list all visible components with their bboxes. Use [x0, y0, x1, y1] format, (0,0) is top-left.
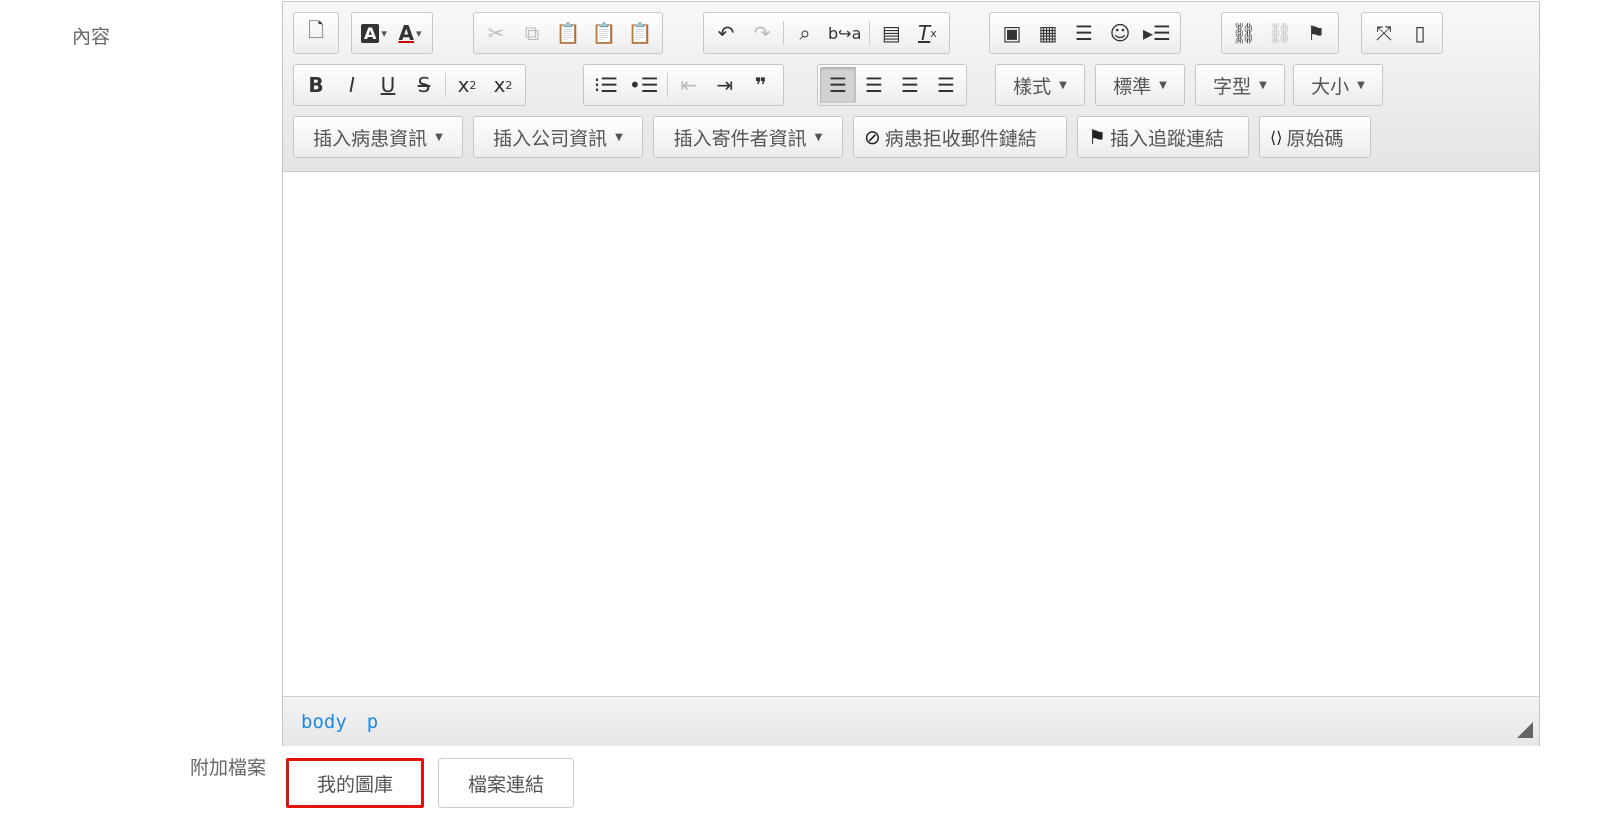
paste-text-icon[interactable]: 📋	[586, 15, 622, 51]
chevron-down-icon: ▼	[1357, 79, 1365, 91]
group-undo: ↶ ↷ ⌕ b↪a ▤ Tx	[703, 12, 951, 54]
image-icon[interactable]: ▣	[994, 15, 1030, 51]
align-left-icon[interactable]: ☰	[820, 67, 856, 103]
underline-button[interactable]: U	[370, 67, 406, 103]
cut-icon[interactable]: ✂	[478, 15, 514, 51]
editor-content-area[interactable]	[283, 173, 1539, 695]
subscript-button[interactable]: x2	[449, 67, 485, 103]
size-dropdown[interactable]: 大小 ▼	[1293, 64, 1383, 106]
format-dropdown[interactable]: 標準 ▼	[1095, 64, 1185, 106]
paste-word-icon[interactable]: 📋	[622, 15, 658, 51]
paste-icon[interactable]: 📋	[550, 15, 586, 51]
group-clipboard: ✂ ⧉ 📋 📋 📋	[473, 12, 663, 54]
align-center-icon[interactable]: ☰	[856, 67, 892, 103]
remove-format-icon[interactable]: Tx	[909, 15, 945, 51]
replace-icon[interactable]: b↪a	[823, 15, 866, 51]
insert-tracking-link-button[interactable]: ⚑ 插入追蹤連結	[1077, 116, 1249, 158]
path-p[interactable]: p	[367, 711, 378, 733]
chevron-down-icon: ▼	[615, 131, 623, 143]
justify-icon[interactable]: ☰	[928, 67, 964, 103]
group-colors: A ▾ A ▾	[351, 12, 433, 54]
show-blocks-icon[interactable]: ▯	[1402, 15, 1438, 51]
my-gallery-button[interactable]: 我的圖庫	[286, 758, 424, 808]
content-label: 內容	[72, 26, 111, 48]
group-view: ⤧ ▯	[1361, 12, 1443, 54]
group-align: ☰ ☰ ☰ ☰	[817, 64, 967, 106]
font-dropdown[interactable]: 字型 ▼	[1195, 64, 1285, 106]
chevron-down-icon: ▼	[1159, 79, 1167, 91]
group-lists: ⁝☰ •☰ ⇤ ⇥ ❞	[583, 64, 784, 106]
preview-icon[interactable]: 🗋	[298, 15, 334, 51]
bold-button[interactable]: B	[298, 67, 334, 103]
chevron-down-icon: ▼	[1259, 79, 1267, 91]
superscript-button[interactable]: x2	[485, 67, 521, 103]
anchor-flag-icon[interactable]: ⚑	[1298, 15, 1334, 51]
outdent-icon[interactable]: ⇤	[671, 67, 707, 103]
copy-icon[interactable]: ⧉	[514, 15, 550, 51]
source-icon: ⟨⟩	[1270, 127, 1283, 147]
link-icon[interactable]: ⛓	[1226, 15, 1262, 51]
path-body[interactable]: body	[301, 711, 347, 733]
bg-color-button[interactable]: A ▾	[356, 15, 392, 51]
rich-text-editor: 🗋 A ▾ A ▾ ✂ ⧉ 📋 📋 📋 ↶ ↷ ⌕ b↪a ▤ Tx ▣ ▦ ☰ ☺	[282, 1, 1540, 746]
group-preview: 🗋	[293, 12, 339, 54]
blockquote-icon[interactable]: ❞	[743, 67, 779, 103]
attachments-label: 附加檔案	[190, 757, 267, 779]
file-link-button[interactable]: 檔案連結	[438, 758, 574, 808]
group-links: ⛓ ⛓ ⚑	[1221, 12, 1339, 54]
italic-button[interactable]: I	[334, 67, 370, 103]
styles-dropdown[interactable]: 樣式 ▼	[995, 64, 1085, 106]
chevron-down-icon: ▼	[814, 131, 823, 143]
page-break-icon[interactable]: ▸☰	[1138, 15, 1176, 51]
resize-handle[interactable]	[1517, 722, 1533, 738]
strikethrough-button[interactable]: S	[406, 67, 442, 103]
numbered-list-icon[interactable]: ⁝☰	[588, 67, 624, 103]
undo-icon[interactable]: ↶	[708, 15, 744, 51]
group-basic-styles: B I U S x2 x2	[293, 64, 526, 106]
insert-patient-dropdown[interactable]: 插入病患資訊 ▼	[293, 116, 463, 158]
chevron-down-icon: ▼	[435, 131, 443, 143]
horizontal-rule-icon[interactable]: ☰	[1066, 15, 1102, 51]
redo-icon[interactable]: ↷	[744, 15, 780, 51]
chevron-down-icon: ▼	[1059, 79, 1067, 91]
source-button[interactable]: ⟨⟩ 原始碼	[1259, 116, 1371, 158]
patient-reject-link-button[interactable]: ⊘ 病患拒收郵件鏈結	[853, 116, 1067, 158]
flag-icon: ⚑	[1088, 125, 1106, 149]
mail-block-icon: ⊘	[864, 125, 881, 149]
select-all-icon[interactable]: ▤	[873, 15, 909, 51]
text-color-button[interactable]: A ▾	[392, 15, 428, 51]
smiley-icon[interactable]: ☺	[1102, 15, 1138, 51]
insert-sender-dropdown[interactable]: 插入寄件者資訊 ▼	[653, 116, 843, 158]
element-path-bar: body p	[283, 696, 1539, 746]
indent-icon[interactable]: ⇥	[707, 67, 743, 103]
maximize-icon[interactable]: ⤧	[1366, 15, 1402, 51]
editor-toolbar: 🗋 A ▾ A ▾ ✂ ⧉ 📋 📋 📋 ↶ ↷ ⌕ b↪a ▤ Tx ▣ ▦ ☰ ☺	[283, 2, 1539, 172]
align-right-icon[interactable]: ☰	[892, 67, 928, 103]
table-icon[interactable]: ▦	[1030, 15, 1066, 51]
unlink-icon[interactable]: ⛓	[1262, 15, 1298, 51]
insert-company-dropdown[interactable]: 插入公司資訊 ▼	[473, 116, 643, 158]
bullet-list-icon[interactable]: •☰	[624, 67, 664, 103]
group-insert: ▣ ▦ ☰ ☺ ▸☰	[989, 12, 1181, 54]
find-icon[interactable]: ⌕	[787, 15, 823, 51]
